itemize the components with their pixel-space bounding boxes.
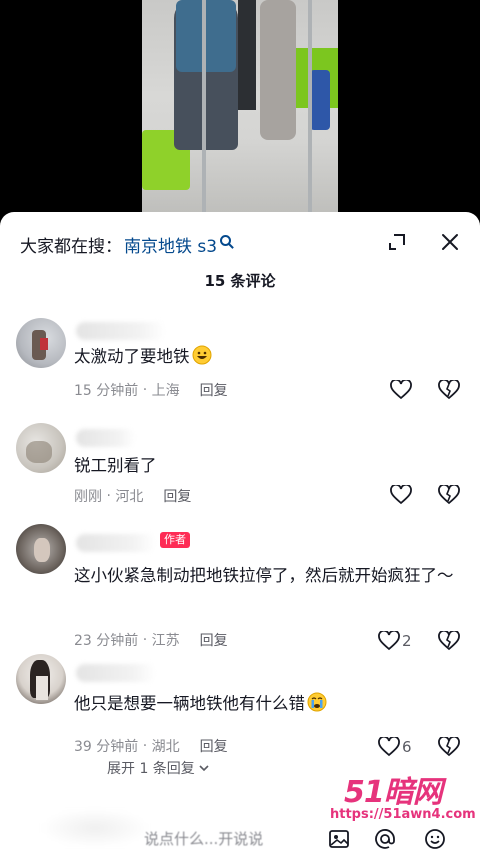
watermark-url: https://51awn4.com [330, 807, 476, 822]
watermark-logo: 51暗网 https://51awn4.com [330, 767, 476, 827]
avatar[interactable] [16, 318, 66, 368]
grinning-face-icon [192, 345, 211, 365]
close-icon[interactable] [441, 233, 459, 251]
crying-face-icon [307, 692, 327, 712]
username-blurred[interactable] [76, 429, 136, 447]
like-count: 6 [402, 738, 412, 756]
like-count: 2 [402, 632, 412, 650]
comment-sheet: 大家都在搜： 南京地铁 s3 15 条评论 太激动了要地铁 15 分钟前 · 上… [0, 212, 480, 854]
video-bag [310, 70, 330, 130]
video-player[interactable] [0, 0, 480, 212]
comment-text: 太激动了要地铁 [74, 343, 464, 371]
emoji-icon[interactable] [424, 828, 446, 850]
meta-dot: · [138, 738, 152, 754]
video-pole [308, 0, 312, 212]
comment-time: 23 分钟前 [74, 633, 139, 649]
avatar[interactable] [16, 423, 66, 473]
reply-button[interactable]: 回复 [200, 380, 228, 400]
hot-search-link[interactable]: 南京地铁 s3 [124, 232, 217, 257]
comment-meta: 15 分钟前 · 上海 回复 [74, 380, 228, 400]
meta-dot: · [138, 632, 152, 648]
chevron-down-icon [199, 765, 209, 772]
video-frame [142, 0, 338, 212]
input-avatar-blurred [40, 808, 150, 848]
comment-meta: 23 分钟前 · 江苏 回复 [74, 630, 228, 650]
reply-button[interactable]: 回复 [200, 630, 228, 650]
reply-button[interactable]: 回复 [200, 736, 228, 756]
reply-button[interactable]: 回复 [163, 486, 191, 506]
comment-time: 15 分钟前 [74, 383, 139, 399]
avatar[interactable] [16, 524, 66, 574]
comment-input-placeholder[interactable]: 说点什么...开说说 [144, 828, 263, 849]
search-icon [220, 234, 232, 246]
expand-icon[interactable] [389, 234, 405, 250]
comment-location: 上海 [151, 383, 180, 399]
avatar[interactable] [16, 654, 66, 704]
meta-dot: · [138, 382, 152, 398]
watermark-title: 51暗网 [344, 775, 443, 810]
comment-location: 湖北 [151, 739, 180, 755]
dislike-heart-icon[interactable] [438, 380, 460, 400]
hot-search-row[interactable]: 大家都在搜： 南京地铁 s3 [20, 232, 232, 257]
expand-replies-label: 展开 1 条回复 [107, 761, 195, 777]
comment-location: 江苏 [151, 633, 180, 649]
dislike-heart-icon[interactable] [438, 737, 460, 757]
dislike-heart-icon[interactable] [438, 631, 460, 651]
video-person-main-shirt [176, 0, 236, 72]
expand-replies-button[interactable]: 展开 1 条回复 [107, 758, 209, 778]
video-pole [202, 0, 206, 212]
comment-count-title: 15 条评论 [204, 272, 276, 290]
at-mention-icon[interactable] [374, 828, 396, 850]
comment-meta: 刚刚 · 河北 回复 [74, 486, 191, 506]
video-person-standing [260, 0, 296, 140]
like-heart-icon[interactable] [390, 380, 412, 400]
comment-time: 刚刚 [74, 489, 102, 505]
like-heart-icon[interactable] [378, 737, 400, 757]
image-icon[interactable] [328, 828, 350, 850]
comment-time: 39 分钟前 [74, 739, 139, 755]
comment-text: 他只是想要一辆地铁他有什么错 [74, 690, 464, 718]
author-tag: 作者 [160, 532, 190, 548]
video-person-back [238, 0, 256, 110]
comment-text-body: 他只是想要一辆地铁他有什么错 [74, 694, 305, 713]
meta-dot: · [102, 488, 116, 504]
comment-location: 河北 [115, 489, 144, 505]
comment-text: 锐工别看了 [74, 456, 157, 475]
dislike-heart-icon[interactable] [438, 485, 460, 505]
like-heart-icon[interactable] [390, 485, 412, 505]
username-blurred[interactable] [76, 322, 166, 340]
hot-search-prefix: 大家都在搜： [20, 236, 122, 257]
username-blurred[interactable] [76, 534, 156, 552]
username-blurred[interactable] [76, 664, 156, 682]
comment-text: 这小伙紧急制动把地铁拉停了，然后就开始疯狂了～ [74, 566, 454, 585]
comment-text-body: 太激动了要地铁 [74, 347, 190, 366]
like-heart-icon[interactable] [378, 631, 400, 651]
comment-meta: 39 分钟前 · 湖北 回复 [74, 736, 228, 756]
